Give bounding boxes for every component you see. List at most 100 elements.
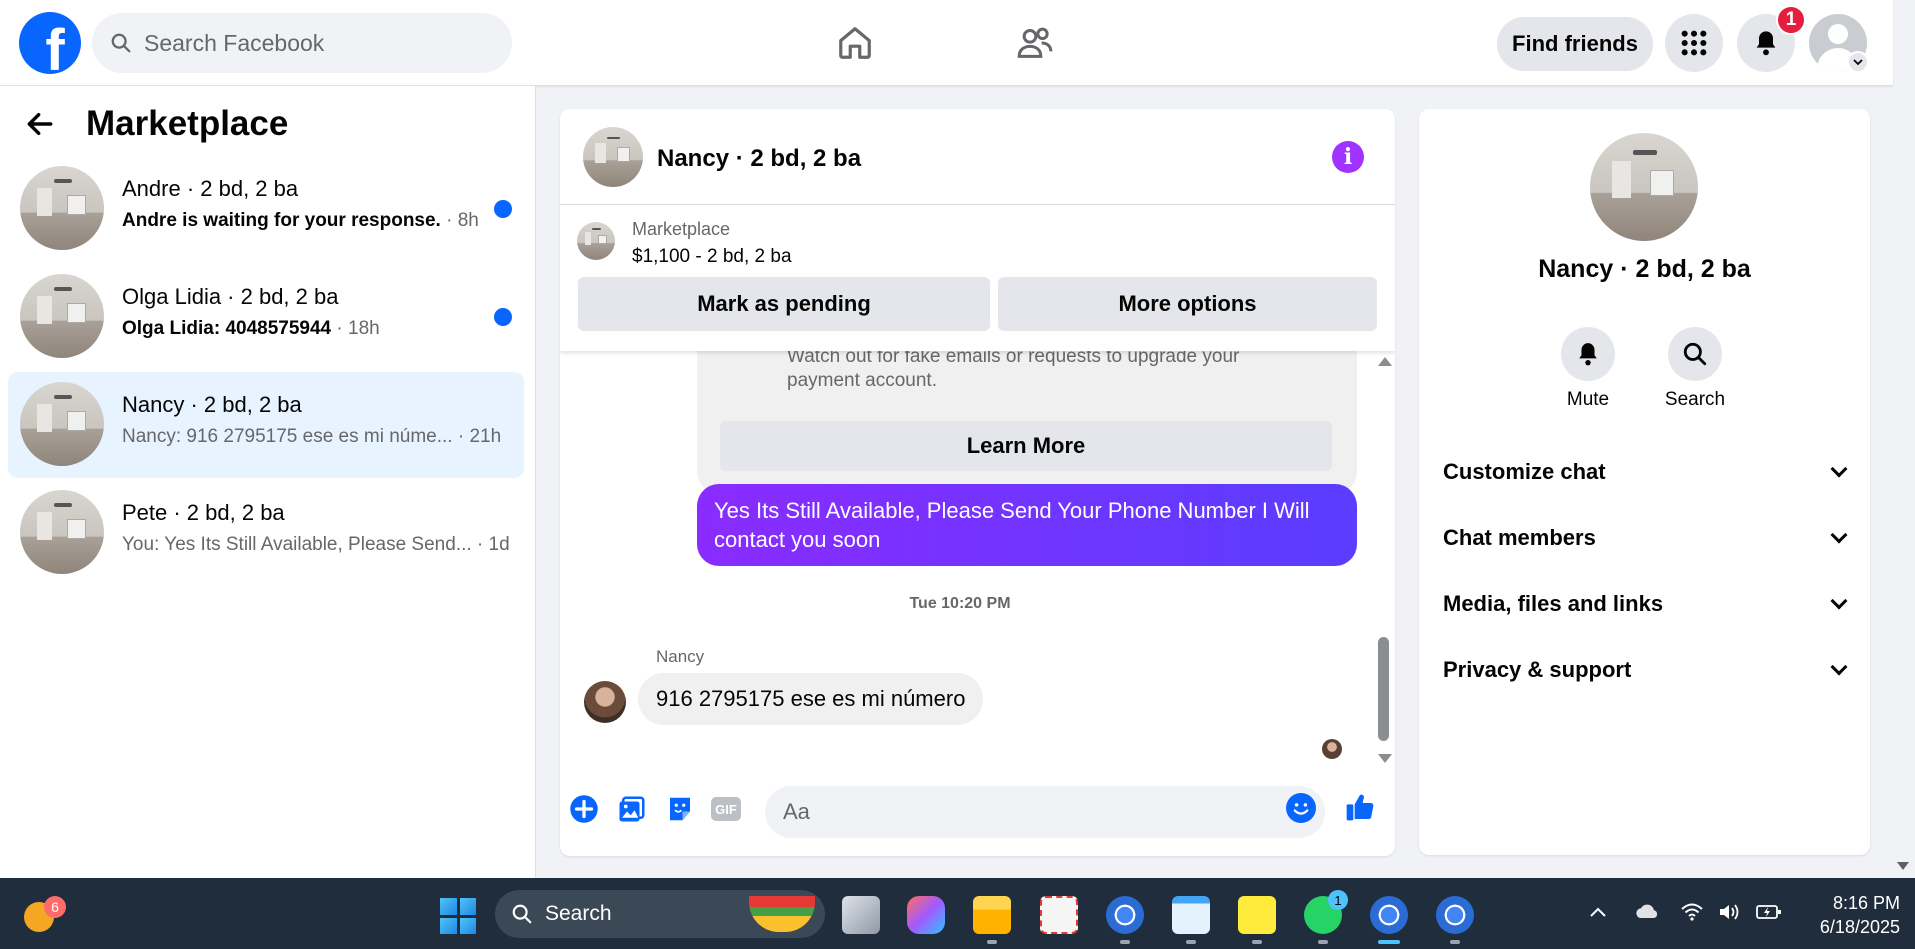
copilot-icon[interactable] [907, 896, 945, 934]
gif-icon[interactable]: GIF [710, 793, 742, 825]
clock-time: 8:16 PM [1832, 893, 1900, 913]
scrollbar-thumb[interactable] [1378, 637, 1389, 741]
chat-title[interactable]: Nancy · 2 bd, 2 ba [657, 145, 861, 173]
like-thumbs-up-icon[interactable] [1344, 791, 1376, 823]
conversation-name: Nancy · 2 bd, 2 ba [122, 392, 302, 417]
privacy-support-section[interactable]: Privacy & support [1443, 645, 1853, 695]
conversation-name: Andre · 2 bd, 2 ba [122, 176, 299, 201]
listing-price[interactable]: $1,100 - 2 bd, 2 ba [632, 246, 792, 268]
unread-indicator [494, 308, 512, 326]
clock-date: 6/18/2025 [1819, 917, 1900, 937]
show-hidden-icons-chevron-icon[interactable] [1588, 902, 1608, 925]
chat-avatar[interactable] [583, 127, 643, 187]
snipping-tool-icon[interactable] [1040, 896, 1078, 934]
account-menu-chevron-icon[interactable] [1847, 51, 1869, 73]
marketplace-listing-banner: Marketplace $1,100 - 2 bd, 2 ba Mark as … [560, 205, 1395, 351]
conversation-item-andre[interactable]: Andre · 2 bd, 2 ba Andre is waiting for … [8, 156, 524, 262]
taskbar-search[interactable]: Search [495, 890, 825, 938]
windows-taskbar: 6 Search 1 8:16 PM 6/18/2025 [0, 878, 1915, 949]
seen-indicator-avatar [1322, 739, 1342, 759]
mute-button[interactable]: Mute [1548, 327, 1628, 411]
home-icon[interactable] [830, 18, 880, 68]
system-clock[interactable]: 8:16 PM 6/18/2025 [1800, 891, 1900, 939]
chat-avatar-large[interactable] [1590, 133, 1698, 241]
listing-thumbnail [20, 490, 104, 574]
chrome-profile-icon[interactable] [1370, 896, 1408, 934]
chrome-icon[interactable] [1106, 896, 1144, 934]
search-highlight-image [749, 896, 815, 932]
received-message-bubble[interactable]: 916 2795175 ese es mi número [638, 673, 984, 725]
search-in-chat-button[interactable]: Search [1655, 327, 1735, 411]
scroll-down-arrow-icon[interactable] [1378, 754, 1392, 763]
conversation-preview: You: Yes Its Still Available, Please Sen… [122, 534, 510, 555]
chevron-down-icon [1830, 658, 1848, 676]
chat-header: Nancy · 2 bd, 2 ba i [560, 109, 1395, 205]
sticky-notes-icon[interactable] [1238, 896, 1276, 934]
file-explorer-icon[interactable] [973, 896, 1011, 934]
friends-icon[interactable] [1010, 18, 1060, 68]
message-input-box[interactable] [765, 786, 1325, 838]
chevron-down-icon [1830, 460, 1848, 478]
app-running-indicator [987, 940, 997, 944]
conversation-preview: Olga Lidia: 4048575944 · 18h [122, 318, 380, 339]
search-label: Search [1664, 389, 1726, 410]
bell-icon[interactable] [1561, 327, 1615, 381]
top-navigation-bar: f Find friends 1 [0, 0, 1893, 86]
info-icon[interactable]: i [1332, 141, 1364, 173]
page-scroll-down-arrow-icon[interactable] [1897, 862, 1909, 870]
chat-members-section[interactable]: Chat members [1443, 513, 1853, 563]
message-composer: GIF [560, 781, 1395, 841]
more-options-button[interactable]: More options [998, 277, 1377, 331]
back-arrow-icon[interactable] [24, 108, 56, 140]
message-list[interactable]: Watch out for fake emails or requests to… [560, 351, 1395, 769]
search-icon [111, 33, 131, 53]
message-scrollbar[interactable] [1375, 351, 1392, 769]
sent-message-bubble[interactable]: Yes Its Still Available, Please Send You… [697, 484, 1357, 566]
scroll-up-arrow-icon[interactable] [1378, 357, 1392, 366]
message-input[interactable] [783, 799, 1263, 825]
plus-circle-icon[interactable] [568, 793, 600, 825]
conversation-preview: Nancy: 916 2795175 ese es mi núme... · 2… [122, 426, 502, 447]
chevron-down-icon [1830, 526, 1848, 544]
facebook-logo[interactable]: f [19, 12, 81, 74]
warning-text: Watch out for fake emails or requests to… [787, 351, 1240, 391]
task-view-icon[interactable] [842, 896, 880, 934]
windows-start-icon[interactable] [440, 898, 476, 934]
media-files-links-section[interactable]: Media, files and links [1443, 579, 1853, 629]
onedrive-cloud-icon[interactable] [1634, 902, 1660, 928]
sticker-icon[interactable] [664, 793, 696, 825]
bell-icon [1756, 31, 1776, 56]
app-running-indicator [1186, 940, 1196, 944]
marketplace-conversations-panel: Marketplace Andre · 2 bd, 2 ba Andre is … [0, 86, 536, 878]
notepad-icon[interactable] [1172, 896, 1210, 934]
chevron-down-icon [1830, 592, 1848, 610]
mute-label: Mute [1566, 389, 1610, 410]
battery-icon[interactable] [1756, 902, 1782, 928]
section-label: Media, files and links [1443, 591, 1664, 616]
emoji-icon[interactable] [1286, 793, 1316, 823]
weather-widget[interactable]: 6 [22, 896, 66, 932]
conversation-item-olga-lidia[interactable]: Olga Lidia · 2 bd, 2 ba Olga Lidia: 4048… [8, 264, 524, 370]
chrome-profile-icon[interactable] [1436, 896, 1474, 934]
learn-more-button[interactable]: Learn More [720, 421, 1332, 471]
wifi-icon[interactable] [1680, 902, 1704, 928]
unread-indicator [494, 200, 512, 218]
photo-icon[interactable] [616, 793, 648, 825]
conversation-item-pete[interactable]: Pete · 2 bd, 2 ba You: Yes Its Still Ava… [8, 480, 524, 586]
active-app-indicator [1378, 940, 1400, 944]
listing-thumbnail[interactable] [577, 222, 615, 260]
notification-count-badge: 1 [1776, 5, 1806, 35]
customize-chat-section[interactable]: Customize chat [1443, 447, 1853, 497]
sender-avatar[interactable] [584, 681, 626, 723]
weather-badge: 6 [44, 896, 66, 918]
facebook-search-box[interactable] [92, 13, 512, 73]
find-friends-button[interactable]: Find friends [1497, 17, 1653, 71]
conversation-item-nancy[interactable]: Nancy · 2 bd, 2 ba Nancy: 916 2795175 es… [8, 372, 524, 478]
mark-as-pending-button[interactable]: Mark as pending [578, 277, 990, 331]
menu-grid-button[interactable] [1665, 14, 1723, 72]
search-input[interactable] [144, 29, 474, 57]
conversation-name: Olga Lidia · 2 bd, 2 ba [122, 284, 339, 309]
search-icon[interactable] [1668, 327, 1722, 381]
app-running-indicator [1252, 940, 1262, 944]
volume-icon[interactable] [1718, 902, 1742, 928]
